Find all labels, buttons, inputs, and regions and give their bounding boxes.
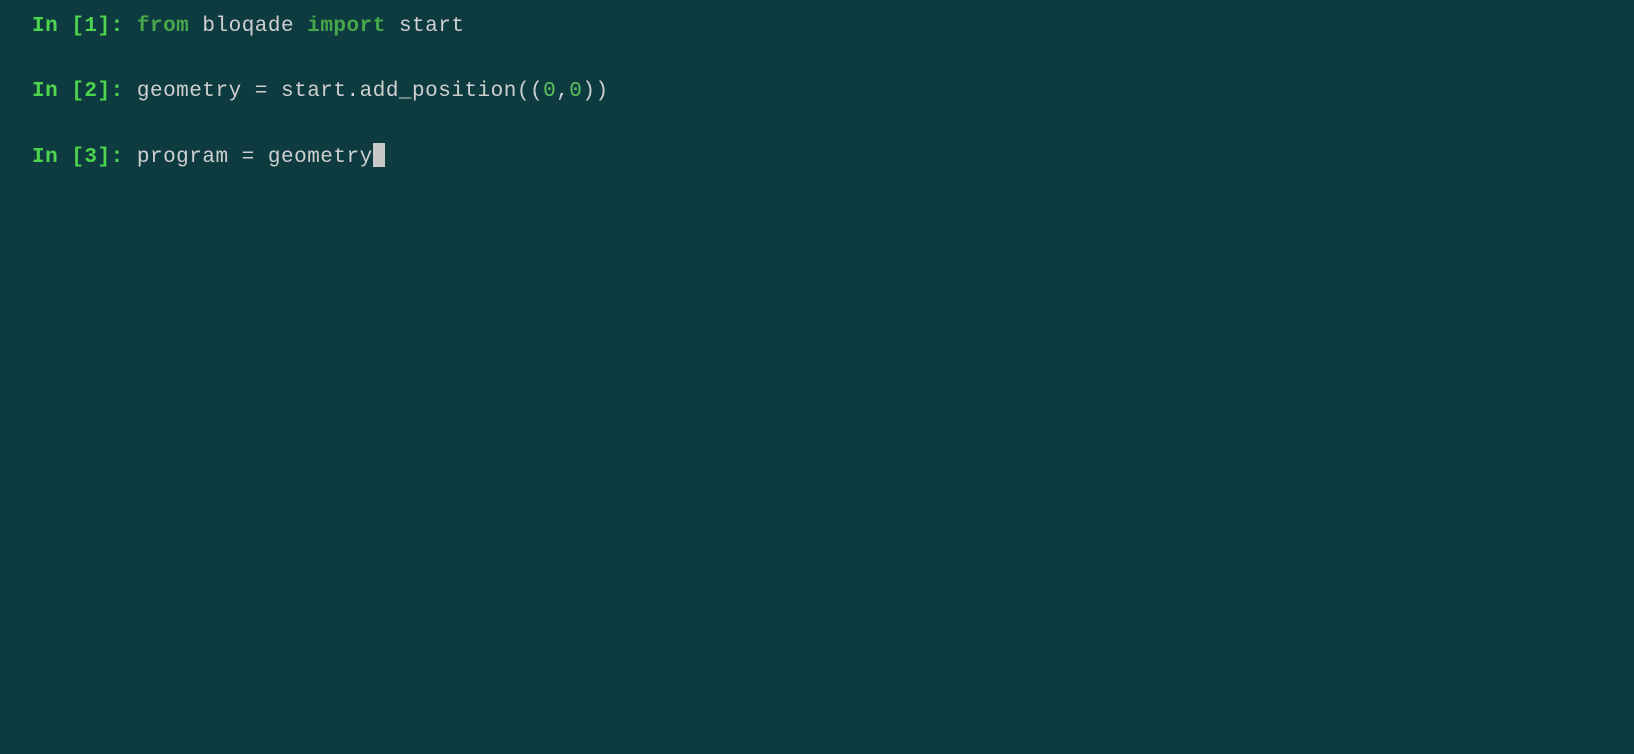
token-keyword: import xyxy=(307,15,386,38)
token-module: bloqade xyxy=(202,15,294,38)
cursor-icon xyxy=(373,143,385,167)
code-line-3[interactable]: In [3]: program = geometry xyxy=(0,143,1634,172)
token-identifier: start xyxy=(281,80,347,103)
token-identifier xyxy=(386,15,399,38)
prompt-bracket-close: ] xyxy=(98,146,111,169)
token-operator: = xyxy=(242,80,281,103)
terminal-area[interactable]: In [1]: from bloqade import startIn [2]:… xyxy=(0,12,1634,172)
code-line-2[interactable]: In [2]: geometry = start.add_position((0… xyxy=(0,77,1634,106)
prompt-in: In xyxy=(32,146,71,169)
prompt-number: 2 xyxy=(84,80,97,103)
token-punct: )) xyxy=(582,80,608,103)
token-identifier xyxy=(189,15,202,38)
prompt-colon: : xyxy=(111,15,137,38)
prompt-number: 3 xyxy=(84,146,97,169)
prompt-bracket-open: [ xyxy=(71,80,84,103)
token-identifier xyxy=(294,15,307,38)
prompt-colon: : xyxy=(111,80,137,103)
prompt-in: In xyxy=(32,15,71,38)
token-identifier: start xyxy=(399,15,465,38)
prompt-in: In xyxy=(32,80,71,103)
token-punct: (( xyxy=(517,80,543,103)
token-number: 0 xyxy=(543,80,556,103)
prompt-bracket-close: ] xyxy=(98,15,111,38)
token-punct: , xyxy=(556,80,569,103)
token-identifier: geometry xyxy=(137,80,242,103)
token-number: 0 xyxy=(569,80,582,103)
token-punct: . xyxy=(347,80,360,103)
prompt-bracket-close: ] xyxy=(98,80,111,103)
token-keyword: from xyxy=(137,15,189,38)
token-identifier: geometry xyxy=(268,146,373,169)
prompt-bracket-open: [ xyxy=(71,146,84,169)
token-operator: = xyxy=(229,146,268,169)
prompt-number: 1 xyxy=(84,15,97,38)
prompt-bracket-open: [ xyxy=(71,15,84,38)
token-identifier: add_position xyxy=(360,80,517,103)
prompt-colon: : xyxy=(111,146,137,169)
code-line-1[interactable]: In [1]: from bloqade import start xyxy=(0,12,1634,41)
token-identifier: program xyxy=(137,146,229,169)
